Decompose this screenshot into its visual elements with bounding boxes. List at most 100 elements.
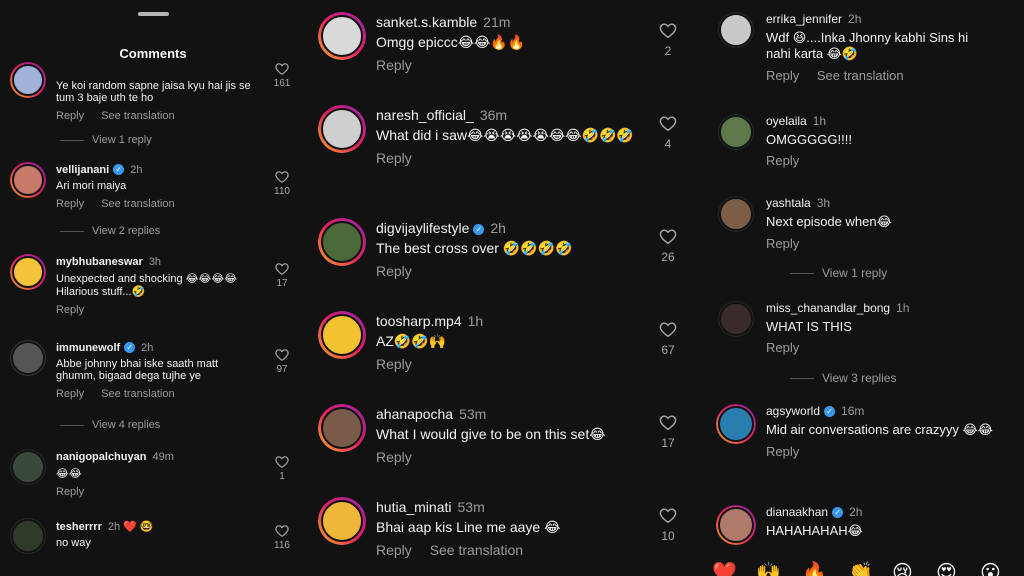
reply-button[interactable]: Reply — [376, 150, 412, 166]
like-control[interactable]: 116 — [272, 524, 292, 551]
reaction-heart[interactable]: ❤️ — [712, 560, 737, 576]
heart-icon[interactable] — [275, 524, 289, 537]
view-replies-button[interactable]: View 2 replies — [60, 225, 160, 237]
avatar[interactable] — [718, 12, 754, 48]
reply-button[interactable]: Reply — [376, 356, 412, 372]
username[interactable]: sanket.s.kamble — [376, 14, 477, 30]
drag-handle[interactable] — [138, 12, 169, 16]
reply-button[interactable]: Reply — [376, 542, 412, 558]
reaction-clap[interactable]: 👏 — [848, 560, 873, 576]
avatar[interactable] — [718, 301, 754, 337]
heart-icon[interactable] — [659, 507, 677, 523]
verified-badge-icon: ✓ — [824, 406, 836, 417]
avatar[interactable] — [318, 12, 366, 60]
see-translation-button[interactable]: See translation — [101, 110, 174, 122]
like-control[interactable]: 17 — [656, 414, 680, 450]
heart-icon[interactable] — [659, 228, 677, 244]
reaction-raised-hands[interactable]: 🙌 — [756, 560, 781, 576]
reply-button[interactable]: Reply — [376, 263, 412, 279]
like-control[interactable]: 1 — [272, 455, 292, 482]
view-replies-button[interactable]: View 1 reply — [60, 134, 152, 146]
username[interactable]: tesherrrr — [56, 521, 102, 533]
like-control[interactable]: 17 — [272, 262, 292, 289]
heart-icon[interactable] — [659, 321, 677, 337]
avatar[interactable] — [318, 105, 366, 153]
avatar[interactable] — [10, 449, 46, 485]
view-replies-button[interactable]: View 4 replies — [60, 419, 160, 431]
avatar[interactable] — [318, 218, 366, 266]
view-replies-button[interactable]: View 1 reply — [790, 266, 887, 280]
username[interactable]: ahanapocha — [376, 406, 453, 422]
reaction-cry[interactable]: 😢 — [892, 560, 916, 576]
heart-icon[interactable] — [275, 348, 289, 361]
username[interactable]: digvijaylifestyle — [376, 220, 469, 236]
username[interactable]: hutia_minati — [376, 499, 452, 515]
reply-button[interactable]: Reply — [766, 68, 799, 83]
username[interactable]: yashtala — [766, 196, 811, 210]
username[interactable]: errika_jennifer — [766, 12, 842, 26]
reply-button[interactable]: Reply — [56, 110, 84, 122]
comment-text: 😂😂 — [56, 468, 82, 480]
like-control[interactable]: 97 — [272, 348, 292, 375]
username[interactable]: dianaakhan — [766, 505, 828, 519]
like-control[interactable]: 161 — [272, 62, 292, 89]
avatar[interactable] — [10, 340, 46, 376]
reaction-fire[interactable]: 🔥 — [802, 560, 827, 576]
heart-icon[interactable] — [275, 62, 289, 75]
reply-button[interactable]: Reply — [56, 304, 84, 316]
avatar[interactable] — [10, 254, 46, 290]
like-control[interactable]: 4 — [656, 115, 680, 151]
like-control[interactable]: 2 — [656, 22, 680, 58]
avatar[interactable] — [318, 311, 366, 359]
reply-button[interactable]: Reply — [766, 340, 799, 355]
reply-button[interactable]: Reply — [56, 198, 84, 210]
username[interactable]: vellijanani — [56, 164, 109, 176]
see-translation-button[interactable]: See translation — [817, 68, 904, 83]
heart-icon[interactable] — [659, 115, 677, 131]
heart-icon[interactable] — [275, 170, 289, 183]
view-replies-button[interactable]: View 3 replies — [790, 371, 896, 385]
reply-button[interactable]: Reply — [376, 449, 412, 465]
timestamp: 2h — [848, 12, 862, 26]
avatar[interactable] — [716, 505, 756, 545]
timestamp: 53m — [457, 499, 485, 515]
like-control[interactable]: 110 — [272, 170, 292, 197]
reaction-heart-eyes[interactable]: 😍 — [936, 560, 960, 576]
username[interactable]: nanigopalchuyan — [56, 451, 146, 463]
see-translation-button[interactable]: See translation — [430, 542, 523, 558]
username[interactable]: oyelaila — [766, 114, 807, 128]
avatar[interactable] — [10, 62, 46, 98]
username[interactable]: mybhubaneswar — [56, 256, 143, 268]
username[interactable]: immunewolf — [56, 342, 120, 354]
avatar[interactable] — [718, 114, 754, 150]
avatar[interactable] — [318, 497, 366, 545]
username[interactable]: miss_chanandlar_bong — [766, 301, 890, 315]
like-count: 97 — [276, 364, 288, 375]
see-translation-button[interactable]: See translation — [101, 388, 174, 400]
see-translation-button[interactable]: See translation — [101, 198, 174, 210]
heart-icon[interactable] — [275, 455, 289, 468]
reply-button[interactable]: Reply — [766, 236, 799, 251]
username[interactable]: agsyworld — [766, 404, 820, 418]
reply-button[interactable]: Reply — [766, 444, 799, 459]
heart-icon[interactable] — [275, 262, 289, 275]
avatar[interactable] — [716, 404, 756, 444]
reply-button[interactable]: Reply — [56, 388, 84, 400]
reaction-wow[interactable]: 😮 — [980, 560, 1004, 576]
avatar[interactable] — [10, 518, 46, 554]
heart-icon[interactable] — [659, 414, 677, 430]
like-control[interactable]: 67 — [656, 321, 680, 357]
reply-button[interactable]: Reply — [376, 57, 412, 73]
username[interactable]: naresh_official_ — [376, 107, 474, 123]
avatar[interactable] — [718, 196, 754, 232]
heart-icon[interactable] — [659, 22, 677, 38]
like-count: 110 — [274, 186, 290, 197]
avatar[interactable] — [318, 404, 366, 452]
timestamp: 3h — [148, 256, 162, 268]
username[interactable]: toosharp.mp4 — [376, 313, 462, 329]
reply-button[interactable]: Reply — [56, 486, 84, 498]
reply-button[interactable]: Reply — [766, 153, 799, 168]
avatar[interactable] — [10, 162, 46, 198]
like-control[interactable]: 26 — [656, 228, 680, 264]
like-control[interactable]: 10 — [656, 507, 680, 543]
